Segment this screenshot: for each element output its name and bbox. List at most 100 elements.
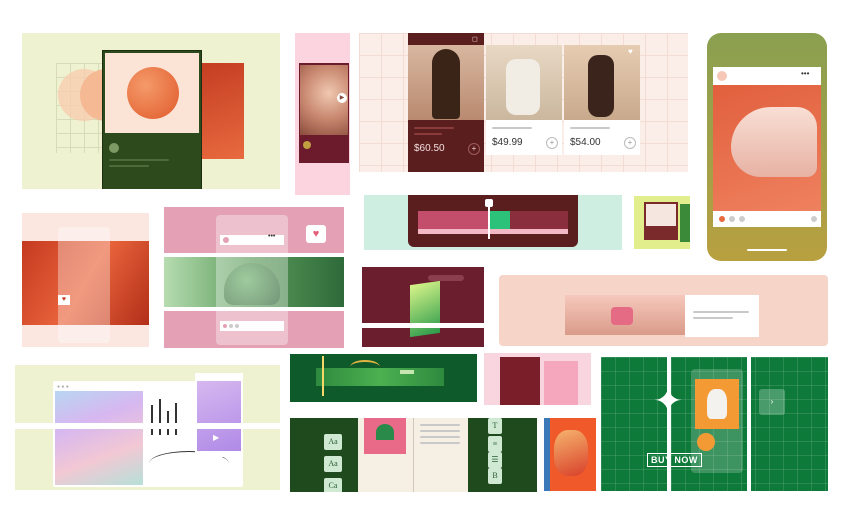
tile-mini-card: [634, 196, 690, 249]
avatar: [717, 71, 727, 81]
tile-green-sculpture: ••• ♥: [164, 207, 344, 348]
white-gap: [362, 323, 484, 328]
card-line: [414, 133, 442, 135]
tile-video-strip: ▶: [295, 33, 350, 195]
book: [358, 418, 468, 492]
mini-card-screen: [646, 204, 676, 226]
toolbar-text-icon[interactable]: T: [488, 418, 502, 434]
card-line: [693, 311, 749, 313]
tile-waves: ● ● ● ▶: [15, 365, 280, 490]
heart-icon[interactable]: ♥: [628, 47, 633, 56]
white-gap: [164, 307, 344, 311]
menu-icon[interactable]: •••: [801, 69, 809, 78]
clip-highlight[interactable]: [400, 370, 414, 374]
card-line: [492, 127, 532, 129]
product-price: $54.00: [570, 137, 601, 148]
format-button[interactable]: Aa: [324, 456, 342, 472]
white-gap: [484, 405, 591, 409]
green-card: [102, 50, 202, 189]
video-panel[interactable]: ▶: [195, 373, 243, 457]
buy-now-button[interactable]: BUY NOW: [647, 453, 702, 467]
video-card: ▶: [299, 63, 349, 163]
text-line: [420, 424, 460, 426]
product-card[interactable]: ♥ $54.00 +: [564, 45, 640, 155]
arrow-button[interactable]: ›: [759, 389, 785, 415]
add-button[interactable]: +: [468, 143, 480, 155]
toolbar-align-icon[interactable]: ≡: [488, 436, 502, 452]
toolbar-list-icon[interactable]: ☰: [488, 452, 502, 468]
slider-1[interactable]: [151, 405, 153, 435]
tile-timeline: [364, 195, 622, 250]
add-button[interactable]: +: [546, 137, 558, 149]
playhead-knob[interactable]: [485, 199, 493, 207]
dot[interactable]: [739, 216, 745, 222]
play-icon[interactable]: ▶: [213, 433, 219, 442]
track-green[interactable]: [488, 211, 510, 229]
tile-red-cards: [484, 353, 591, 409]
slider-4[interactable]: [175, 403, 177, 435]
tile-book-editor: Aa Aa Ca T ≡ ☰ B: [290, 418, 537, 492]
tile-audio: [290, 354, 477, 402]
dot[interactable]: [223, 324, 227, 328]
avatar: [109, 143, 119, 153]
card-line: [693, 317, 733, 319]
pink-card: [544, 361, 578, 407]
play-icon[interactable]: ▶: [337, 93, 347, 103]
tile-spheres: [22, 33, 280, 189]
product-card[interactable]: $49.99 +: [486, 45, 562, 155]
dot[interactable]: [811, 216, 817, 222]
text-line: [420, 430, 460, 432]
card-line: [109, 165, 149, 167]
tile-buy-now: ✦ BUY NOW ›: [601, 357, 828, 491]
person-figure: [432, 49, 460, 119]
tile-red-abstract: ♥: [22, 213, 149, 347]
tile-phone: •••: [707, 33, 827, 261]
card-line: [109, 159, 169, 161]
dot[interactable]: [235, 324, 239, 328]
dot[interactable]: [729, 216, 735, 222]
sphere-main: [127, 67, 179, 119]
format-button[interactable]: Aa: [324, 434, 342, 450]
track-dark[interactable]: [510, 211, 568, 229]
glass-panel: [58, 227, 110, 343]
pink-jar: [611, 307, 633, 325]
playhead[interactable]: [322, 356, 324, 396]
sparkle-icon: ✦: [653, 380, 684, 421]
orange-sculpture: [554, 430, 588, 476]
phone-screen: [713, 67, 821, 227]
wave-image: [55, 391, 143, 485]
track-light[interactable]: [418, 229, 568, 234]
heart-bubble-icon[interactable]: ♥: [306, 225, 326, 243]
search-bar[interactable]: [428, 275, 464, 281]
bottom-bar: [220, 321, 284, 331]
dot-active[interactable]: [719, 216, 725, 222]
track-pink[interactable]: [418, 211, 488, 229]
add-button[interactable]: +: [624, 137, 636, 149]
window-dots: ● ● ●: [57, 384, 69, 390]
white-gap: [667, 357, 671, 491]
dot[interactable]: [229, 324, 233, 328]
tile-orange: [544, 418, 596, 491]
tile-peach-product: [499, 275, 828, 346]
format-button[interactable]: Ca: [324, 478, 342, 492]
text-line: [420, 442, 460, 444]
product-card-featured[interactable]: ◻ $60.50 +: [408, 33, 484, 172]
editor-frame: [408, 195, 578, 247]
avatar: [223, 237, 229, 243]
lock-icon: ◻: [472, 36, 478, 43]
white-gap: [15, 423, 280, 429]
tile-maroon-phone: [362, 267, 484, 347]
vase-card: [695, 379, 739, 429]
green-strip: [680, 204, 690, 242]
info-card: [685, 295, 759, 337]
red-card: [500, 357, 540, 407]
product-price: $49.99: [492, 137, 523, 148]
heart-bubble-icon: ♥: [58, 295, 70, 305]
toolbar-bold-icon[interactable]: B: [488, 468, 502, 484]
menu-icon[interactable]: •••: [268, 233, 275, 240]
person-figure: [506, 59, 540, 115]
phone-header: •••: [713, 67, 821, 85]
slider-2[interactable]: [159, 399, 161, 435]
waveform: [316, 368, 444, 386]
white-gap: [747, 357, 751, 491]
